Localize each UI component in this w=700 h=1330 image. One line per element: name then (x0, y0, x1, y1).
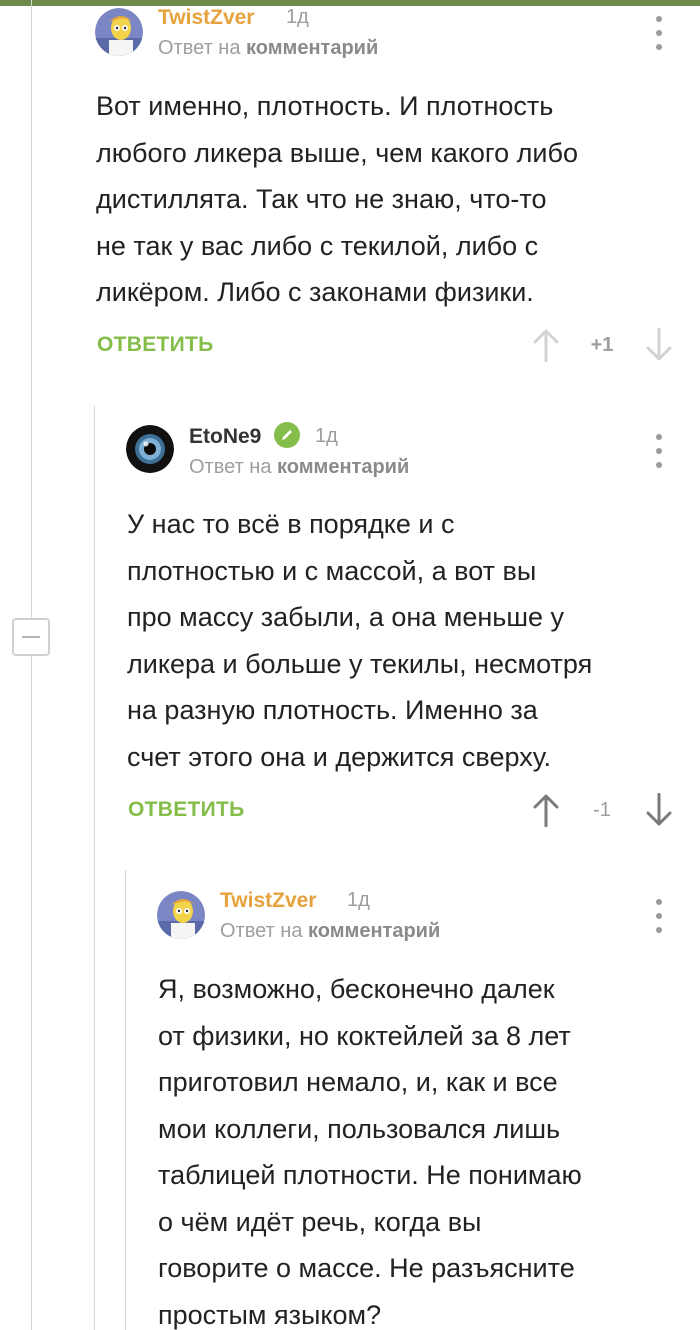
upvote-arrow-icon[interactable] (532, 793, 560, 828)
comment-line: ликёром. Либо с законами физики. (96, 277, 534, 307)
comment-line: о чём идёт речь, когда вы (158, 1206, 482, 1237)
reply-to-link[interactable]: комментарий (277, 456, 409, 478)
thread-line-level-2 (94, 405, 95, 1330)
comment-line: дистиллята. Так что не знаю, что-то (96, 184, 547, 214)
reply-prefix: Ответ на (220, 920, 303, 942)
author-name[interactable]: TwistZver (220, 889, 316, 913)
comment-line: не так у вас либо с текилой, либо с (96, 230, 539, 261)
reply-prefix: Ответ на (189, 456, 272, 478)
comment-line: мои коллеги, пользовался лишь (158, 1113, 561, 1144)
comment-line: от физики, но коктейлей за 8 лет (158, 1020, 571, 1051)
downvote-arrow-icon[interactable] (645, 327, 673, 362)
reply-to-link[interactable]: комментарий (308, 920, 440, 942)
comment-line: про массу забыли, а она меньше у (127, 602, 565, 632)
thread-line-root (31, 0, 32, 618)
reply-to-link[interactable]: комментарий (246, 37, 378, 59)
reply-prefix: Ответ на (158, 37, 241, 59)
reply-button[interactable]: ОТВЕТИТЬ (97, 333, 214, 357)
reply-to-label: Ответ на комментарий (220, 920, 440, 943)
comment-line: Я, возможно, бесконечно далек (158, 974, 555, 1004)
comment-line: говорите о массе. Не разъясните (158, 1253, 575, 1283)
verified-badge-icon (274, 422, 300, 448)
comment-line: У нас то всё в порядке и с (127, 509, 455, 539)
reply-to-label: Ответ на комментарий (189, 456, 409, 479)
reply-to-label: Ответ на комментарий (158, 37, 378, 60)
comment-line: на разную плотность. Именно за (127, 695, 538, 725)
rating-value: -1 (593, 799, 611, 821)
more-options-icon[interactable] (653, 434, 665, 468)
comment-body: Я, возможно, бесконечно далек от физики,… (158, 966, 688, 1330)
more-options-icon[interactable] (653, 16, 665, 50)
comment-line: любого ликера выше, чем какого либо (96, 137, 578, 168)
collapse-thread-button[interactable] (12, 618, 50, 656)
comment-age: 1д (315, 425, 338, 447)
downvote-arrow-icon[interactable] (645, 792, 673, 827)
reply-button[interactable]: ОТВЕТИТЬ (128, 798, 245, 822)
comment-line: таблицей плотности. Не понимаю (158, 1160, 582, 1190)
avatar[interactable] (126, 425, 174, 473)
comment-age: 1д (347, 889, 370, 911)
comment-line: счет этого она и держится сверху. (127, 741, 551, 772)
comment-line: приготовил немало, и, как и все (158, 1067, 558, 1097)
upvote-arrow-icon[interactable] (532, 328, 560, 363)
comment-line: Вот именно, плотность. И плотность (96, 91, 554, 121)
comment-line: плотностью и с массой, а вот вы (127, 555, 537, 586)
thread-line-root-lower (31, 656, 32, 1330)
comment-line: простым языком? (158, 1299, 382, 1330)
rating-value: +1 (590, 334, 614, 356)
avatar[interactable] (95, 8, 143, 56)
top-accent-bar (0, 0, 700, 6)
thread-line-level-3 (125, 870, 126, 1330)
comment-line: ликера и больше у текилы, несмотря (127, 648, 593, 679)
author-name[interactable]: EtoNe9 (189, 425, 261, 449)
author-name[interactable]: TwistZver (158, 6, 254, 30)
comment-body: У нас то всё в порядке и с плотностью и … (127, 501, 687, 780)
avatar[interactable] (157, 891, 205, 939)
minus-icon (22, 636, 40, 638)
more-options-icon[interactable] (653, 899, 665, 933)
comment-body: Вот именно, плотность. И плотность любог… (96, 83, 686, 316)
comment-age: 1д (286, 6, 309, 28)
